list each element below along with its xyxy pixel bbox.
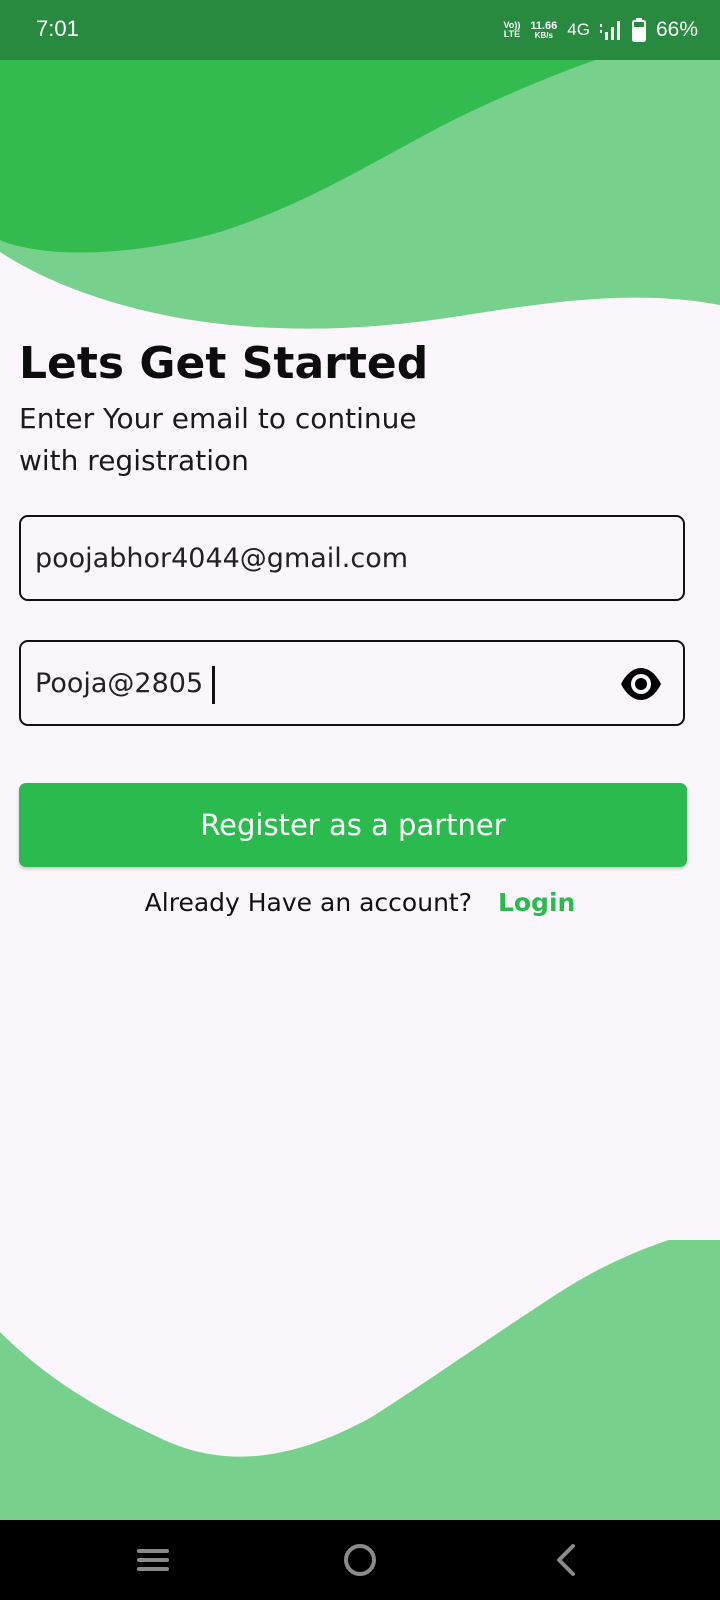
page-subtitle: Enter Your email to continue with regist… [19,402,417,477]
text-cursor [212,666,215,704]
home-icon[interactable] [338,1538,382,1582]
menu-icon[interactable] [131,1538,175,1582]
password-field[interactable] [19,640,685,726]
back-icon[interactable] [545,1538,589,1582]
status-bar: 7:01 Vo)) LTE 11.66 KB/s 4G 66% [0,0,720,60]
net-speed-unit: KB/s [534,30,553,40]
net-speed-value: 11.66 [530,19,558,32]
network-type: 4G [567,20,590,39]
signal-icon [599,21,620,40]
bottom-wave-decoration [0,1240,720,1520]
status-time: 7:01 [36,16,79,41]
password-input[interactable] [35,642,595,724]
login-prompt-text: Already Have an account? [144,888,472,917]
email-field[interactable] [19,515,685,601]
volte-icon: Vo)) LTE [504,21,521,39]
volte-label-bottom: LTE [503,29,521,39]
battery-icon [631,18,646,42]
battery-percent: 66% [655,18,698,41]
app-screen: 7:01 Vo)) LTE 11.66 KB/s 4G 66% Lets Get… [0,0,720,1600]
eye-icon[interactable] [619,666,663,702]
page-title: Lets Get Started [19,338,429,389]
register-partner-button[interactable]: Register as a partner [19,783,687,867]
status-indicators: Vo)) LTE 11.66 KB/s 4G 66% [504,14,698,46]
login-prompt: Already Have an account? Login [0,888,720,917]
login-link[interactable]: Login [498,888,575,917]
net-speed: 11.66 KB/s [530,19,558,40]
email-input[interactable] [35,517,595,599]
system-nav-bar [0,1520,720,1600]
